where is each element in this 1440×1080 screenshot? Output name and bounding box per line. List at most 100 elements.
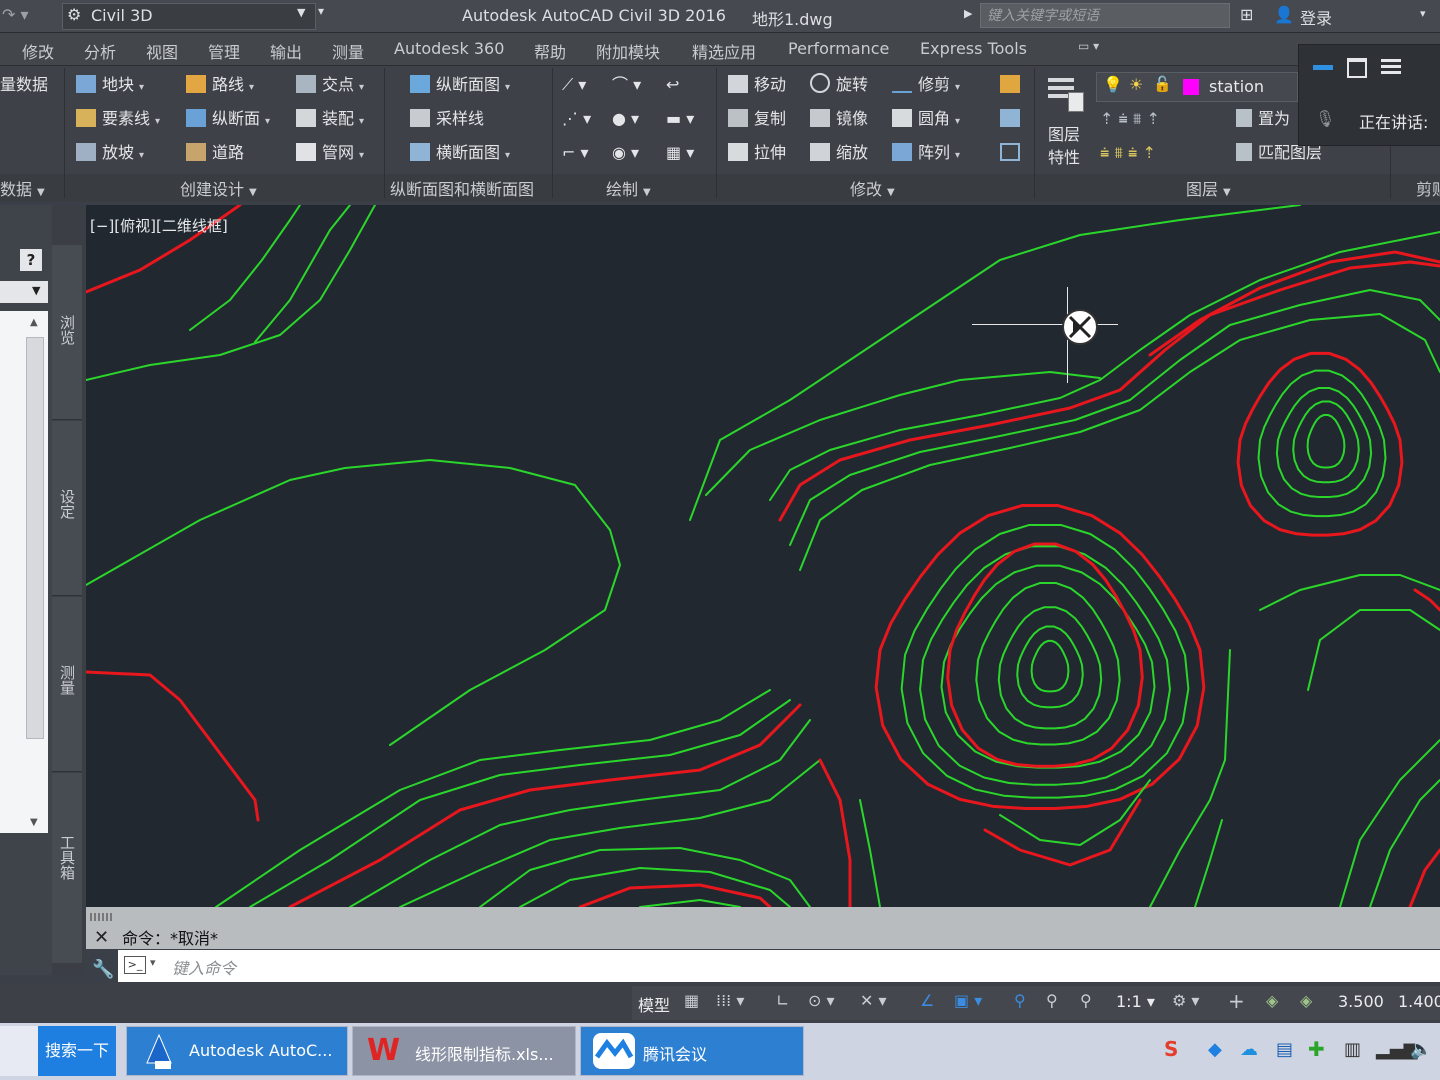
polyline-tool-icon[interactable]: ⋰ ▾ [562, 107, 591, 131]
offset-icon[interactable] [1000, 141, 1026, 165]
annotation-autoscale-icon[interactable]: ⚲ [1046, 991, 1058, 1010]
hardware-accel-icon[interactable]: ◈ [1300, 991, 1312, 1010]
palette-list[interactable]: ▲ ▼ [0, 311, 48, 833]
palette-tab-settings[interactable]: 设定 [52, 421, 82, 596]
scale-selector[interactable]: 1:1 ▾ [1116, 992, 1155, 1011]
ellipse-tool-icon[interactable]: ◉ ▾ [612, 141, 639, 165]
tencent-meeting-tray-icon[interactable]: ◆ [1208, 1039, 1222, 1060]
rectangle-tool-icon[interactable]: ▬ ▾ [666, 107, 694, 131]
model-space-button[interactable]: 模型 [638, 992, 670, 1016]
command-input[interactable]: >_ ▾ 键入命令 [118, 950, 1440, 982]
user-icon[interactable]: 👤 [1274, 5, 1294, 24]
scroll-up-icon[interactable]: ▲ [30, 317, 38, 328]
panel-title-data[interactable]: 数据 ▼ [0, 176, 45, 200]
login-link[interactable]: 登录 [1300, 5, 1332, 29]
menu-item-express-tools[interactable]: Express Tools [920, 39, 1027, 58]
layer-tool-icons-row3[interactable]: ⩧ ⩩ ⩧ ⇡ [1100, 141, 1156, 165]
rotate-button[interactable]: 旋转 [810, 73, 868, 97]
arc-tool-icon[interactable]: ⌒ ▾ [612, 73, 641, 97]
chevron-right-icon[interactable]: ▶ [964, 7, 972, 20]
menu-item-analyze[interactable]: 分析 [84, 39, 116, 63]
security-icon[interactable]: ✚ [1308, 1037, 1325, 1061]
copy-button[interactable]: 复制 [728, 107, 786, 131]
parcel-button[interactable]: 地块 ▾ [76, 73, 144, 97]
trim-button[interactable]: 修剪 ▾ [892, 73, 960, 97]
grading-button[interactable]: 放坡 ▾ [76, 141, 144, 165]
array-button[interactable]: 阵列 ▾ [892, 141, 960, 165]
menu-item-performance[interactable]: Performance [788, 39, 889, 58]
panel-title-draw[interactable]: 绘制 ▼ [606, 176, 651, 200]
polar-icon[interactable]: ⊙ ▾ [808, 991, 835, 1010]
annotation-visibility-icon[interactable]: ⚲ [1014, 991, 1026, 1010]
osnap-icon[interactable]: ✕ ▾ [860, 991, 887, 1010]
line-tool-icon[interactable]: ⟋ ▾ [562, 73, 586, 97]
layer-properties-icon[interactable] [1046, 74, 1086, 114]
panel-title-layers[interactable]: 图层 ▼ [1186, 176, 1231, 200]
layer-properties-label-2[interactable]: 特性 [1048, 146, 1080, 170]
gear-icon[interactable]: ⚙ ▾ [1172, 991, 1199, 1010]
help-button[interactable]: ? [20, 249, 42, 271]
menu-item-help[interactable]: 帮助 [534, 39, 566, 63]
sample-lines-button[interactable]: 采样线 [410, 107, 484, 131]
profile-view-button[interactable]: 纵断面图 ▾ [410, 73, 510, 97]
menu-item-addins[interactable]: 附加模块 [596, 39, 660, 63]
layer-dropdown[interactable]: 💡 ☀ 🔓 station [1096, 72, 1298, 102]
menu-item-view[interactable]: 视图 [146, 39, 178, 63]
undo-arrow-icon[interactable]: ↩ [666, 73, 679, 97]
mirror-button[interactable]: 镜像 [810, 107, 868, 131]
sogou-input-icon[interactable]: S [1164, 1037, 1178, 1061]
otrack-icon[interactable]: ∠ [920, 991, 934, 1010]
start-area[interactable] [0, 1026, 38, 1076]
printer-icon[interactable]: ▤ [1276, 1039, 1293, 1060]
annotation-scale-icon[interactable]: ⚲ [1080, 991, 1092, 1010]
assembly-button[interactable]: 装配 ▾ [296, 107, 364, 131]
wrench-icon[interactable]: 🔧 [92, 959, 114, 980]
layer-tool-icons-row2[interactable]: ⇡ ⩧ ⩩ ⇡ [1100, 107, 1160, 131]
scroll-down-icon[interactable]: ▼ [30, 817, 38, 828]
palette-tab-survey[interactable]: 测量 [52, 597, 82, 772]
close-icon[interactable]: ✕ [94, 927, 109, 948]
drawing-viewport[interactable]: [−][俯视][二维线框] [86, 205, 1440, 907]
snap-icon[interactable]: ⁞⁞⁞ ▾ [716, 991, 744, 1010]
quick-access-dropdown-icon[interactable]: ▾ [318, 4, 324, 18]
scrollbar[interactable] [26, 337, 44, 739]
taskbar-app-tencent-meeting[interactable]: 腾讯会议 [580, 1026, 804, 1076]
selection-cycling-icon[interactable]: ▣ ▾ [954, 991, 982, 1010]
alignment-button[interactable]: 路线 ▾ [186, 73, 254, 97]
ortho-icon[interactable]: ∟ [776, 991, 789, 1010]
corridor-button[interactable]: 道路 [186, 141, 244, 165]
palette-tab-browse[interactable]: 浏览 [52, 245, 82, 420]
viewport-label[interactable]: [−][俯视][二维线框] [90, 215, 228, 236]
taskbar-app-autocad[interactable]: Autodesk AutoC... [126, 1026, 348, 1076]
pipe-network-button[interactable]: 管网 ▾ [296, 141, 364, 165]
command-prompt-icon[interactable]: >_ [124, 956, 146, 974]
search-input[interactable]: 键入关键字或短语 [980, 3, 1230, 28]
palette-tab-toolbox[interactable]: 工具箱 [52, 773, 82, 963]
workspace-selector[interactable]: ⚙ Civil 3D ▼ [62, 3, 316, 30]
ribbon-toggle-icon[interactable]: ▭ ▾ [1078, 39, 1099, 53]
menu-item-autodesk360[interactable]: Autodesk 360 [394, 39, 504, 58]
grid-icon[interactable]: ▦ [684, 991, 699, 1010]
plus-icon[interactable]: + [1228, 989, 1245, 1013]
survey-data-button[interactable]: 量数据 [0, 73, 48, 97]
intersection-button[interactable]: 交点 ▾ [296, 73, 364, 97]
fillet-button[interactable]: 圆角 ▾ [892, 107, 960, 131]
erase-icon[interactable] [1000, 73, 1026, 97]
menu-item-manage[interactable]: 管理 [208, 39, 240, 63]
menu-item-modify[interactable]: 修改 [22, 39, 54, 63]
menu-item-survey[interactable]: 测量 [332, 39, 364, 63]
redo-icon[interactable]: ↷ ▾ [2, 5, 29, 24]
minimize-icon[interactable] [1313, 65, 1333, 70]
section-view-button[interactable]: 横断面图 ▾ [410, 141, 510, 165]
circle-tool-icon[interactable]: ● ▾ [612, 107, 639, 131]
taskbar-app-wps[interactable]: W 线形限制指标.xls... [352, 1026, 576, 1076]
menu-icon[interactable] [1381, 57, 1401, 75]
isolate-icon[interactable]: ◈ [1266, 991, 1278, 1010]
explode-icon[interactable] [1000, 107, 1026, 131]
chevron-down-icon[interactable]: ▾ [150, 956, 156, 969]
cloud-icon[interactable]: ☁ [1240, 1039, 1258, 1060]
maximize-icon[interactable] [1347, 58, 1367, 78]
binoculars-icon[interactable]: ⊞ [1240, 5, 1253, 24]
chevron-down-icon[interactable]: ▾ [1420, 7, 1426, 20]
volume-icon[interactable]: 🔈 [1410, 1039, 1432, 1060]
